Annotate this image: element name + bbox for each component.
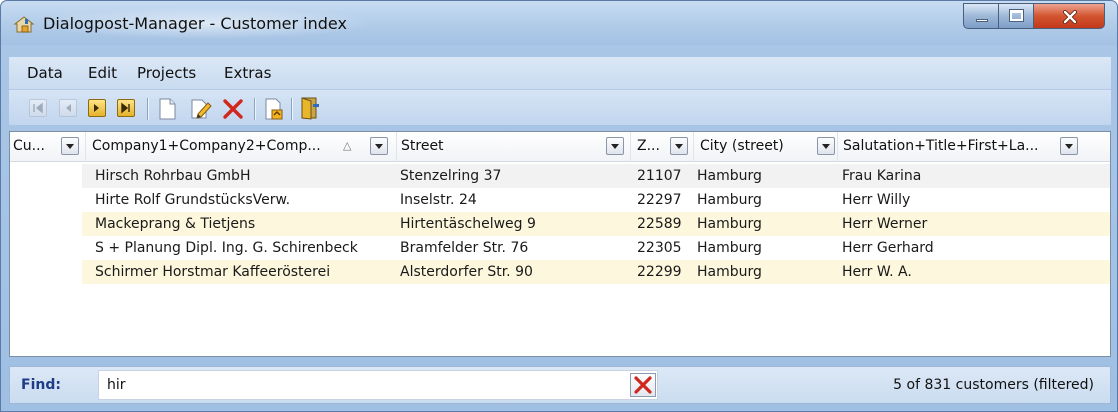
zip-cell: 22589 — [637, 216, 682, 232]
first-record-icon — [33, 102, 43, 114]
street-cell: Alsterdorfer Str. 90 — [400, 264, 533, 280]
toolbar-separator — [254, 98, 255, 120]
menu-extras[interactable]: Extras — [224, 64, 271, 82]
delete-button[interactable] — [222, 98, 244, 120]
customer-number-cell — [10, 236, 82, 260]
minimize-button[interactable] — [963, 3, 999, 29]
salutation-cell: Frau Karina — [842, 168, 922, 184]
clear-find-button[interactable] — [630, 373, 656, 397]
minimize-icon — [976, 19, 988, 22]
column-header-company[interactable]: Company1+Company2+Comp... △ — [86, 132, 397, 162]
customer-number-cell — [10, 212, 82, 236]
column-filter-salutation[interactable] — [1060, 137, 1078, 155]
column-header-customer[interactable]: Cu... — [10, 132, 86, 162]
maximize-button[interactable] — [998, 3, 1034, 29]
edit-icon — [191, 99, 212, 119]
find-label: Find: — [21, 377, 61, 393]
toolbar-separator — [147, 98, 148, 120]
delete-icon — [223, 99, 243, 119]
table-row[interactable]: Mackeprang & Tietjens Hirtentäschelweg 9… — [10, 212, 1110, 236]
street-cell: Inselstr. 24 — [400, 192, 477, 208]
customer-number-cell — [10, 164, 82, 188]
city-cell: Hamburg — [697, 264, 762, 280]
city-cell: Hamburg — [697, 240, 762, 256]
table-row[interactable]: Hirte Rolf GrundstücksVerw. Inselstr. 24… — [10, 188, 1110, 212]
edit-button[interactable] — [190, 98, 212, 120]
column-filter-customer[interactable] — [61, 137, 79, 155]
column-filter-company[interactable] — [370, 137, 388, 155]
close-button[interactable] — [1033, 3, 1105, 29]
customer-number-cell — [10, 260, 82, 284]
column-header-salutation[interactable]: Salutation+Title+First+La... — [838, 132, 1110, 162]
city-cell: Hamburg — [697, 168, 762, 184]
find-bar: Find: 5 of 831 customers (filtered) — [9, 366, 1111, 404]
salutation-cell: Herr Werner — [842, 216, 928, 232]
maximize-icon — [1010, 10, 1023, 21]
customer-table: Cu... Company1+Company2+Comp... △ Street… — [9, 131, 1111, 357]
table-row[interactable]: S + Planung Dipl. Ing. G. Schirenbeck Br… — [10, 236, 1110, 260]
column-header-street[interactable]: Street — [397, 132, 631, 162]
company-cell: Hirsch Rohrbau GmbH — [95, 168, 251, 184]
salutation-cell: Herr W. A. — [842, 264, 912, 280]
app-icon — [13, 16, 35, 33]
company-cell: S + Planung Dipl. Ing. G. Schirenbeck — [95, 240, 358, 256]
zip-cell: 22297 — [637, 192, 682, 208]
column-filter-zip[interactable] — [670, 137, 688, 155]
company-cell: Mackeprang & Tietjens — [95, 216, 256, 232]
new-document-icon — [159, 98, 176, 120]
column-filter-street[interactable] — [606, 137, 624, 155]
next-record-icon — [94, 104, 99, 112]
previous-record-icon — [66, 104, 71, 112]
street-cell: Hirtentäschelweg 9 — [400, 216, 536, 232]
city-cell: Hamburg — [697, 192, 762, 208]
salutation-cell: Herr Willy — [842, 192, 911, 208]
toolbar — [9, 89, 1111, 125]
menu-data[interactable]: Data — [27, 64, 63, 82]
toolbar-separator — [291, 98, 292, 120]
exit-icon — [301, 97, 319, 120]
table-header: Cu... Company1+Company2+Comp... △ Street… — [10, 132, 1110, 162]
previous-record-button[interactable] — [59, 99, 77, 117]
next-record-button[interactable] — [88, 99, 106, 117]
app-window: Dialogpost-Manager - Customer index Data… — [0, 0, 1118, 412]
customer-number-cell — [10, 188, 82, 212]
clear-icon — [634, 376, 652, 394]
last-record-button[interactable] — [117, 99, 135, 117]
menu-projects[interactable]: Projects — [137, 64, 196, 82]
table-row[interactable]: Schirmer Horstmar Kaffeerösterei Alsterd… — [10, 260, 1110, 284]
export-icon — [265, 98, 283, 120]
window-title: Dialogpost-Manager - Customer index — [43, 14, 347, 33]
last-record-icon — [121, 102, 130, 114]
column-header-zip[interactable]: Z... — [631, 132, 694, 162]
salutation-cell: Herr Gerhard — [842, 240, 934, 256]
street-cell: Stenzelring 37 — [400, 168, 502, 184]
column-header-city[interactable]: City (street) — [694, 132, 838, 162]
title-bar[interactable]: Dialogpost-Manager - Customer index — [1, 1, 1117, 45]
export-button[interactable] — [264, 98, 284, 120]
sort-ascending-icon: △ — [343, 139, 352, 152]
find-input[interactable] — [98, 370, 658, 400]
close-icon — [1063, 10, 1077, 24]
street-cell: Bramfelder Str. 76 — [400, 240, 529, 256]
zip-cell: 22299 — [637, 264, 682, 280]
record-count-status: 5 of 831 customers (filtered) — [893, 377, 1094, 393]
zip-cell: 21107 — [637, 168, 682, 184]
zip-cell: 22305 — [637, 240, 682, 256]
new-document-button[interactable] — [157, 98, 177, 120]
menu-bar: Data Edit Projects Extras — [9, 57, 1111, 89]
city-cell: Hamburg — [697, 216, 762, 232]
company-cell: Hirte Rolf GrundstücksVerw. — [95, 192, 291, 208]
first-record-button[interactable] — [29, 99, 47, 117]
company-cell: Schirmer Horstmar Kaffeerösterei — [95, 264, 331, 280]
column-filter-city[interactable] — [817, 137, 835, 155]
menu-edit[interactable]: Edit — [88, 64, 117, 82]
table-row[interactable]: Hirsch Rohrbau GmbH Stenzelring 37 21107… — [10, 164, 1110, 188]
exit-button[interactable] — [299, 96, 321, 120]
